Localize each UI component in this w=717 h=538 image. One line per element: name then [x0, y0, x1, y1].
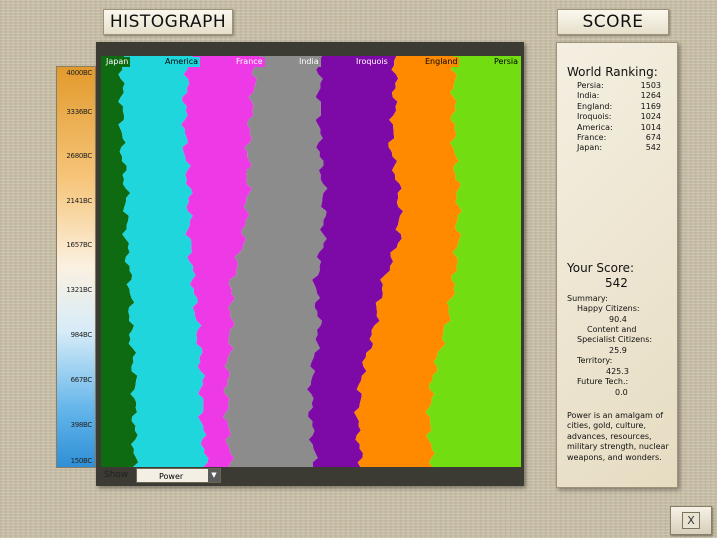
your-score-heading: Your Score: — [567, 261, 635, 275]
specialist-citizens-label: Specialist Citizens: — [577, 335, 653, 344]
world-ranking-heading: World Ranking: — [567, 65, 658, 79]
score-panel: World Ranking: Persia: 1503 India: 1264 En… — [556, 42, 678, 488]
future-tech-value: 0.0 — [615, 388, 628, 397]
your-score-value: 542 — [605, 276, 628, 290]
time-label: 2680BC — [66, 152, 92, 160]
timeline-bar — [56, 66, 96, 468]
ranking-name: Iroquois: — [577, 112, 612, 122]
time-label: 398BC — [70, 421, 93, 429]
territory-value: 425.3 — [606, 367, 629, 376]
ranking-row: America: 1014 — [577, 123, 661, 133]
show-metric-select[interactable]: Power ▼ — [136, 468, 221, 483]
show-label: Show — [104, 470, 129, 480]
ranking-row: France: 674 — [577, 133, 661, 143]
legend-persia: Persia — [492, 57, 521, 67]
territory-label: Territory: — [577, 356, 613, 365]
ranking-value: 674 — [645, 132, 661, 142]
legend-india: India — [297, 57, 321, 67]
show-metric-value: Power — [159, 472, 184, 481]
content-citizens-label: Content and — [587, 325, 637, 334]
time-label: 2141BC — [66, 197, 92, 205]
ranking-value: 542 — [645, 143, 661, 153]
histograph-chart — [101, 56, 521, 467]
dropdown-arrow-icon[interactable]: ▼ — [208, 469, 220, 482]
future-tech-label: Future Tech.: — [577, 377, 629, 386]
ranking-row: Iroquois: 1024 — [577, 112, 661, 122]
ranking-value: 1264 — [640, 91, 661, 101]
ranking-value: 1503 — [640, 81, 661, 90]
ranking-name: France: — [577, 132, 607, 142]
happy-citizens-label: Happy Citizens: — [577, 304, 640, 313]
time-label: 667BC — [70, 376, 93, 384]
legend-japan: Japan — [104, 57, 131, 67]
time-label: 1321BC — [66, 286, 92, 294]
world-ranking-list: Persia: 1503 India: 1264 England: 1169 Iroq… — [577, 81, 661, 154]
ranking-name: Japan: — [577, 143, 603, 153]
time-label: 4000BC — [66, 69, 92, 77]
content-citizens-value: 25.9 — [609, 346, 627, 355]
summary-label: Summary: — [567, 294, 608, 303]
ranking-row: England: 1169 — [577, 102, 661, 112]
ranking-name: India: — [577, 91, 600, 101]
ranking-value: 1024 — [640, 112, 661, 122]
legend-iroquois: Iroquois — [354, 57, 390, 67]
legend-france: France — [234, 57, 265, 67]
ranking-row: India: 1264 — [577, 91, 661, 101]
histograph-svg — [101, 56, 521, 467]
ranking-value: 1014 — [640, 122, 661, 132]
close-x-icon: X — [682, 512, 700, 529]
time-label: 1657BC — [66, 241, 92, 249]
score-title: SCORE — [557, 9, 669, 35]
ranking-value: 1169 — [640, 101, 661, 111]
time-label: 984BC — [70, 331, 93, 339]
ranking-name: America: — [577, 122, 613, 132]
ranking-row: Persia: 1503 — [577, 81, 661, 91]
close-button[interactable]: X — [670, 506, 712, 535]
time-label: 3336BC — [66, 108, 92, 116]
ranking-name: England: — [577, 101, 613, 111]
happy-citizens-value: 90.4 — [609, 315, 627, 324]
time-label: 150BC — [70, 457, 93, 465]
ranking-row: Japan: 542 — [577, 143, 661, 153]
ranking-name: Persia: — [577, 81, 604, 90]
power-description: Power is an amalgam of cities, gold, cul… — [567, 411, 669, 462]
legend-america: America — [163, 57, 200, 67]
histograph-title: HISTOGRAPH — [103, 9, 233, 35]
legend-england: England — [423, 57, 460, 67]
